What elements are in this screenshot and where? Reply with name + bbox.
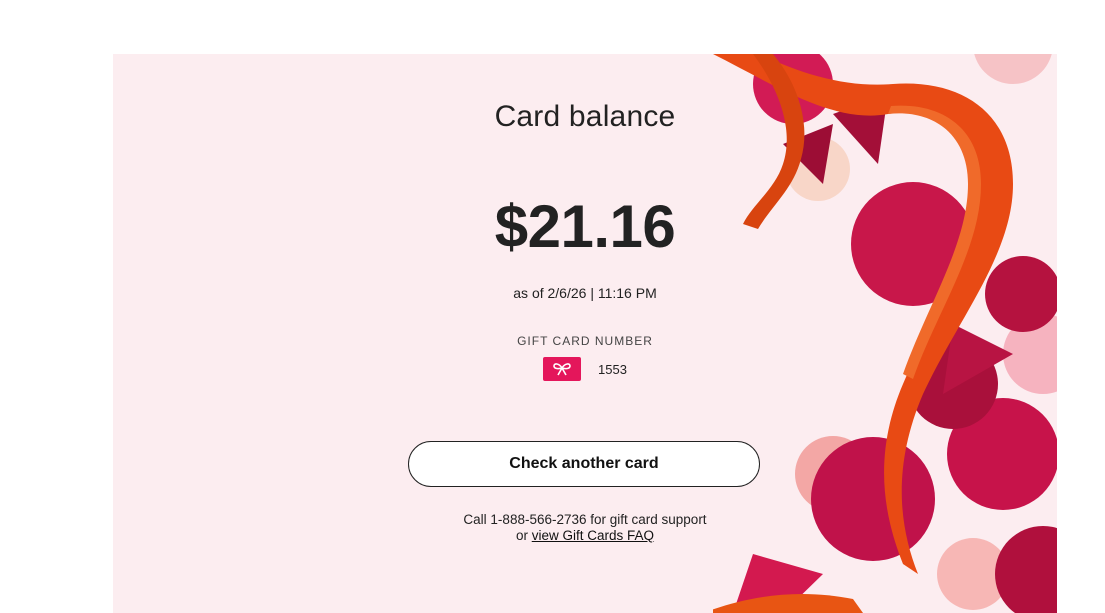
gift-card-badge <box>543 357 581 381</box>
balance-content: Card balance $21.16 as of 2/6/26 | 11:16… <box>113 54 1057 613</box>
bow-icon <box>553 363 571 376</box>
support-info: Call 1-888-566-2736 for gift card suppor… <box>113 512 1057 544</box>
support-or-text: or <box>515 528 532 543</box>
gift-card-number-label: GIFT CARD NUMBER <box>517 334 653 348</box>
support-phone-text: Call 1-888-566-2736 for gift card suppor… <box>463 512 707 527</box>
gift-cards-faq-link[interactable]: view Gift Cards FAQ <box>532 528 654 543</box>
balance-amount: $21.16 <box>494 193 676 260</box>
balance-timestamp: as of 2/6/26 | 11:16 PM <box>513 285 657 301</box>
gift-card-number: 1553 <box>598 361 627 377</box>
page-title: Card balance <box>494 100 676 133</box>
card-balance-panel: Card balance $21.16 as of 2/6/26 | 11:16… <box>113 54 1057 613</box>
gift-card-number-row: 1553 <box>543 357 627 381</box>
support-faq-line: or view Gift Cards FAQ <box>113 528 1057 544</box>
check-another-card-button[interactable]: Check another card <box>408 441 760 487</box>
